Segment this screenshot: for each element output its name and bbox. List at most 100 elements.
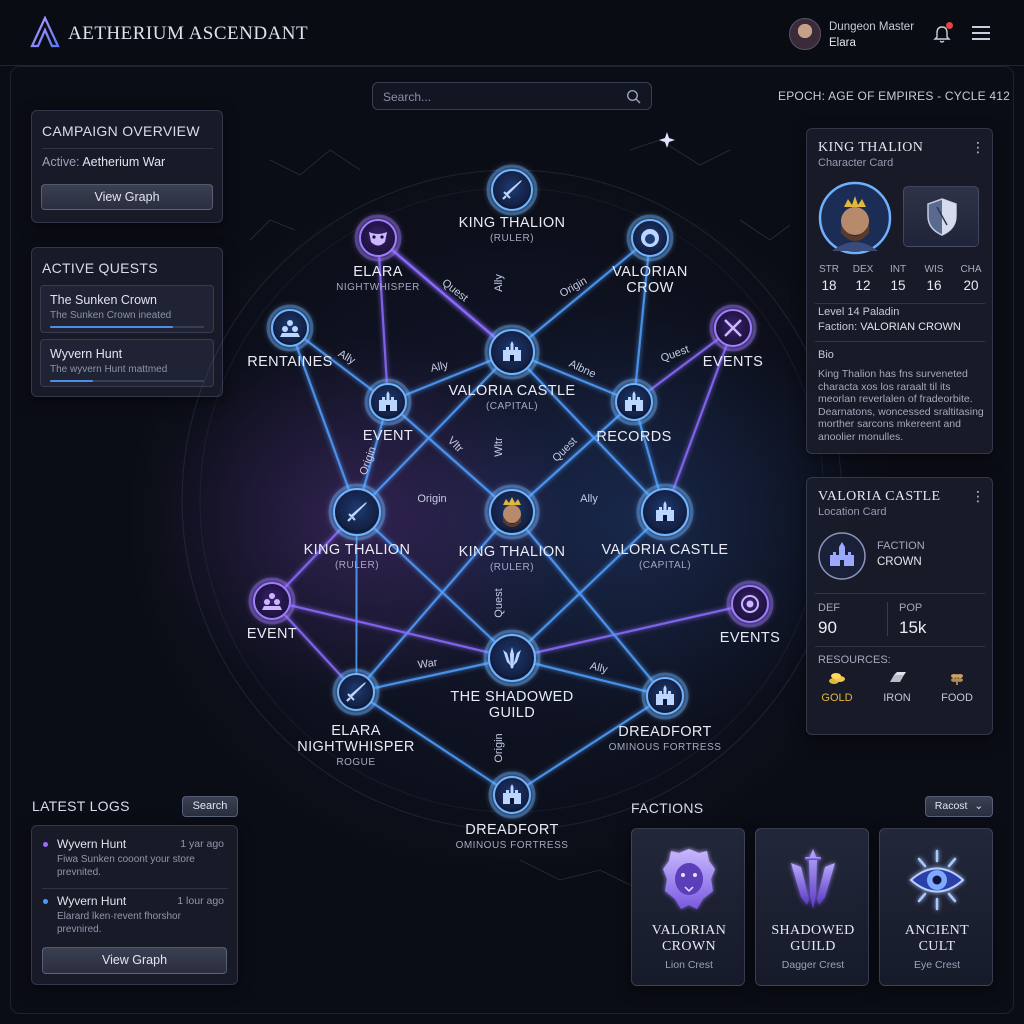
quest-title: The Sunken Crown xyxy=(50,293,158,307)
latest-logs-panel: Wyvern Hunt 1 yar ago Fiwa Sunken cooont… xyxy=(31,825,238,985)
top-bar: AETHERIUM ASCENDANT Dungeon Master Elara xyxy=(0,0,1024,66)
quest-item[interactable]: The Sunken Crown The Sunken Crown ineate… xyxy=(40,285,214,333)
stat-label: STR xyxy=(819,264,839,275)
food-icon xyxy=(951,674,963,685)
character-card-subtitle: Character Card xyxy=(818,157,894,169)
faction-name-line1: ANCIENT xyxy=(904,923,970,938)
app-logo-icon xyxy=(30,16,60,48)
stat-str: STR 18 xyxy=(813,264,845,293)
def-label: DEF xyxy=(818,602,840,614)
character-card-title: KING THALION xyxy=(818,140,924,155)
iron-icon xyxy=(890,672,906,682)
notification-badge xyxy=(946,22,953,29)
dagger-crest-icon xyxy=(791,849,835,909)
faction-name-line1: SHADOWED xyxy=(771,923,855,938)
factions-sort-value: Racost xyxy=(934,800,968,812)
pop-value: 15k xyxy=(899,618,927,637)
faction-card-valorian-crown[interactable]: VALORIAN CROWN Lion Crest xyxy=(631,828,745,986)
divider xyxy=(815,341,985,342)
search-input[interactable] xyxy=(383,88,613,106)
shield-icon xyxy=(927,198,957,236)
log-dot xyxy=(43,899,48,904)
divider xyxy=(815,593,985,594)
user-role: Dungeon Master xyxy=(829,21,915,33)
stat-label: INT xyxy=(889,264,907,275)
location-card-subtitle: Location Card xyxy=(818,506,887,518)
character-level: Level 14 Paladin xyxy=(818,306,900,318)
faction-crest: Dagger Crest xyxy=(781,959,845,971)
log-time: 1 yar ago xyxy=(180,838,224,850)
stat-label: WIS xyxy=(924,264,944,275)
bio-label: Bio xyxy=(818,349,834,361)
faction-card-shadowed-guild[interactable]: SHADOWED GUILD Dagger Crest xyxy=(755,828,869,986)
more-options-icon[interactable]: ⋮ xyxy=(971,488,985,505)
faction-crest: Eye Crest xyxy=(913,959,961,971)
divider xyxy=(42,148,214,149)
def-value: 90 xyxy=(818,618,837,637)
stat-value: 18 xyxy=(821,278,837,293)
location-faction-value: CROWN xyxy=(877,556,922,568)
log-dot xyxy=(43,842,48,847)
log-item[interactable]: Wyvern Hunt 1 lour ago Elarard lken·reve… xyxy=(32,894,236,944)
divider xyxy=(887,602,888,636)
faction-name: VALORIAN CROWN xyxy=(632,923,746,955)
character-faction: Faction: VALORIAN CROWN xyxy=(818,321,961,333)
quest-progress-fill xyxy=(50,326,174,328)
faction-name-line2: CROWN xyxy=(661,939,717,954)
resource-name: FOOD xyxy=(941,692,973,704)
active-campaign-label: Active: xyxy=(42,155,80,169)
stat-label: DEX xyxy=(852,264,874,275)
active-quests-panel: ACTIVE QUESTS The Sunken Crown The Sunke… xyxy=(31,247,223,397)
location-card: VALORIA CASTLE Location Card ⋮ FACTION C… xyxy=(806,477,993,735)
log-desc: Fiwa Sunken cooont your store prevnited. xyxy=(57,854,195,878)
stat-cha: CHA 20 xyxy=(955,264,987,293)
quest-progress-bar xyxy=(50,380,204,382)
stat-dex: DEX 12 xyxy=(847,264,879,293)
user-name: Elara xyxy=(829,37,856,49)
search-bar xyxy=(372,82,652,110)
hamburger-menu-icon[interactable] xyxy=(972,26,990,42)
latest-logs-title: LATEST LOGS xyxy=(32,798,130,814)
faction-name-line1: VALORIAN xyxy=(651,923,727,938)
campaign-overview-panel: CAMPAIGN OVERVIEW Active: Aetherium War … xyxy=(31,110,223,223)
stat-int: INT 15 xyxy=(882,264,914,293)
divider xyxy=(815,646,985,647)
pop-label: POP xyxy=(899,602,923,614)
divider xyxy=(815,303,985,304)
stat-value: 16 xyxy=(926,278,942,293)
search-icon[interactable] xyxy=(626,89,641,104)
avatar[interactable] xyxy=(789,18,821,50)
app-title: AETHERIUM ASCENDANT xyxy=(68,23,309,44)
campaign-overview-title: CAMPAIGN OVERVIEW xyxy=(42,123,200,139)
quest-progress-fill xyxy=(50,380,94,382)
quest-progress-bar xyxy=(50,326,204,328)
log-time: 1 lour ago xyxy=(177,895,224,907)
quest-status: The wyvern Hunt mattmed xyxy=(50,364,168,375)
faction-name: SHADOWED GUILD xyxy=(756,923,870,955)
view-graph-button[interactable]: View Graph xyxy=(41,184,213,210)
faction-card-ancient-cult[interactable]: ANCIENT CULT Eye Crest xyxy=(879,828,993,986)
resource-name: GOLD xyxy=(821,692,853,704)
active-campaign-value: Aetherium War xyxy=(82,155,166,169)
log-item[interactable]: Wyvern Hunt 1 yar ago Fiwa Sunken cooont… xyxy=(32,837,236,887)
character-faction-value: VALORIAN CROWN xyxy=(860,321,961,333)
log-title: Wyvern Hunt xyxy=(57,837,127,851)
stat-value: 12 xyxy=(855,278,871,293)
quest-title: Wyvern Hunt xyxy=(50,347,123,361)
shield-emblem-tile xyxy=(903,186,979,247)
logs-search-button[interactable]: Search xyxy=(182,796,238,817)
factions-sort-dropdown[interactable]: Racost ⌄ xyxy=(925,796,993,817)
character-faction-label: Faction: xyxy=(818,321,858,333)
resource-name: IRON xyxy=(883,692,911,704)
location-faction-label: FACTION xyxy=(877,540,925,552)
faction-crest: Lion Crest xyxy=(665,959,713,971)
active-campaign: Active: Aetherium War xyxy=(42,155,165,169)
divider xyxy=(42,888,228,889)
resource-food: FOOD xyxy=(937,670,977,704)
logs-view-graph-button[interactable]: View Graph xyxy=(42,947,227,974)
location-card-title: VALORIA CASTLE xyxy=(818,489,941,504)
chevron-down-icon: ⌄ xyxy=(974,800,984,812)
more-options-icon[interactable]: ⋮ xyxy=(971,139,985,156)
active-quests-title: ACTIVE QUESTS xyxy=(42,260,158,276)
quest-item[interactable]: Wyvern Hunt The wyvern Hunt mattmed xyxy=(40,339,214,387)
